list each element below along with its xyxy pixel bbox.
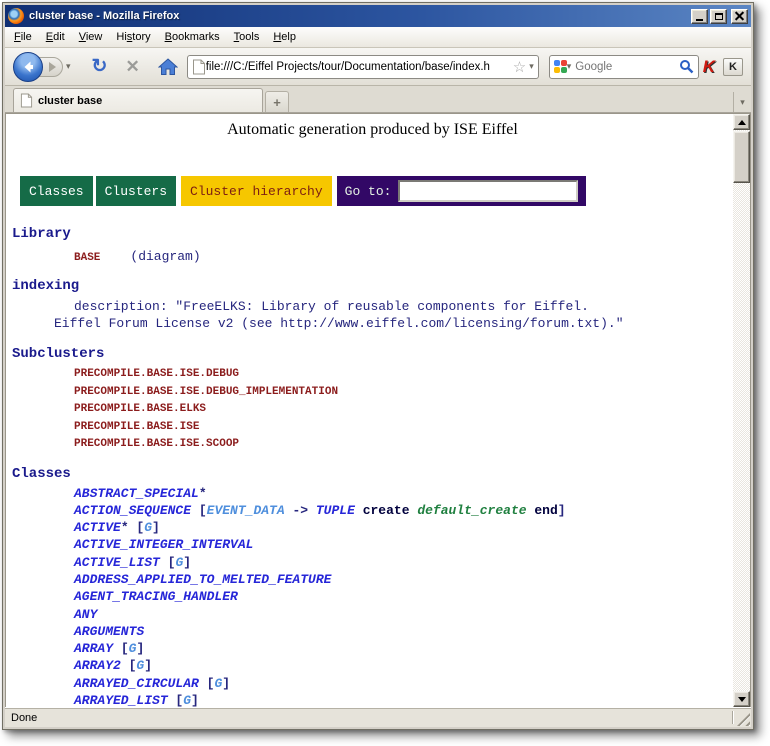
menu-file[interactable]: File (7, 28, 39, 46)
browser-window: cluster base - Mozilla Firefox FileEditV… (2, 2, 754, 730)
forward-arrow-icon (49, 62, 56, 72)
title-bar[interactable]: cluster base - Mozilla Firefox (5, 5, 751, 27)
class-item[interactable]: ARGUMENTS (12, 623, 733, 640)
subcluster-link[interactable]: PRECOMPILE.BASE.ISE (12, 419, 733, 437)
class-item[interactable]: ARRAYED_LIST [G] (12, 692, 733, 707)
doc-button-cluster-hierarchy[interactable]: Cluster hierarchy (181, 176, 332, 206)
firefox-icon (8, 8, 24, 24)
url-bar[interactable]: ☆ ▾ (187, 55, 539, 79)
scrollbar-thumb[interactable] (733, 131, 750, 183)
window-title: cluster base - Mozilla Firefox (29, 10, 689, 22)
class-item[interactable]: ARRAYED_CIRCULAR [G] (12, 675, 733, 692)
goto-label: Go to: (345, 184, 392, 199)
stop-button[interactable]: ✕ (125, 58, 139, 75)
tab-label: cluster base (38, 95, 102, 107)
tab-bar: cluster base + ▾ (5, 86, 751, 113)
class-item[interactable]: ABSTRACT_SPECIAL* (12, 485, 733, 502)
tab-page-icon (20, 93, 33, 108)
indexing-heading: indexing (12, 278, 733, 294)
scroll-down-button[interactable] (733, 691, 750, 707)
class-item[interactable]: ACTIVE* [G] (12, 519, 733, 536)
class-item[interactable]: ACTIVE_LIST [G] (12, 554, 733, 571)
status-text: Done (5, 712, 37, 724)
class-item[interactable]: ACTION_SEQUENCE [EVENT_DATA -> TUPLE cre… (12, 502, 733, 519)
url-input[interactable] (206, 61, 510, 73)
library-line: BASE (diagram) (12, 247, 733, 265)
scroll-up-icon (738, 120, 746, 125)
scroll-up-button[interactable] (733, 114, 750, 130)
maximize-button[interactable] (710, 9, 727, 24)
menu-tools[interactable]: Tools (227, 28, 267, 46)
menu-help[interactable]: Help (266, 28, 303, 46)
close-button[interactable] (731, 9, 748, 24)
class-item[interactable]: ARRAY [G] (12, 640, 733, 657)
url-dropdown-icon[interactable]: ▾ (529, 61, 534, 72)
history-dropdown-icon[interactable]: ▾ (66, 61, 71, 72)
page-viewport: Automatic generation produced by ISE Eif… (5, 113, 751, 707)
classes-heading: Classes (12, 466, 733, 482)
back-button[interactable] (13, 52, 43, 82)
k-button-label: K (729, 61, 737, 73)
k-toolbar-button[interactable]: K (723, 58, 743, 76)
indexing-description-line2: Eiffel Forum License v2 (see http://www.… (12, 315, 733, 332)
home-button[interactable] (158, 58, 178, 76)
page-content: Automatic generation produced by ISE Eif… (6, 114, 733, 707)
plus-icon: + (273, 95, 281, 110)
kaspersky-icon[interactable]: K (703, 57, 715, 77)
bookmark-star-icon[interactable]: ☆ (513, 58, 526, 76)
library-heading: Library (12, 226, 733, 242)
menu-view[interactable]: View (72, 28, 110, 46)
search-input[interactable] (575, 61, 678, 73)
reload-button[interactable]: ↻ (92, 57, 108, 76)
subcluster-link[interactable]: PRECOMPILE.BASE.ISE.SCOOP (12, 436, 733, 454)
page-title: Automatic generation produced by ISE Eif… (12, 114, 733, 139)
menu-bookmarks[interactable]: Bookmarks (158, 28, 227, 46)
subcluster-link[interactable]: PRECOMPILE.BASE.ELKS (12, 401, 733, 419)
tab-list-dropdown-icon: ▾ (740, 97, 745, 108)
indexing-description-line1: description: "FreeELKS: Library of reusa… (12, 298, 733, 315)
search-icon[interactable] (679, 59, 694, 74)
status-bar: Done (5, 707, 751, 727)
search-box[interactable]: ▾ (549, 55, 699, 79)
goto-block: Go to: (337, 176, 587, 206)
google-icon[interactable] (554, 60, 567, 73)
subclusters-list: PRECOMPILE.BASE.ISE.DEBUGPRECOMPILE.BASE… (12, 366, 733, 454)
minimize-icon (696, 19, 703, 21)
close-icon (735, 12, 744, 21)
back-arrow-icon (20, 59, 36, 75)
class-item[interactable]: ANY (12, 606, 733, 623)
scroll-down-icon (738, 697, 746, 702)
subcluster-link[interactable]: PRECOMPILE.BASE.ISE.DEBUG (12, 366, 733, 384)
new-tab-button[interactable]: + (265, 91, 289, 112)
library-base-link[interactable]: BASE (74, 252, 100, 264)
tab-cluster-base[interactable]: cluster base (13, 88, 263, 112)
search-engine-dropdown-icon[interactable]: ▾ (567, 61, 572, 72)
class-item[interactable]: ACTIVE_INTEGER_INTERVAL (12, 536, 733, 553)
classes-list: ABSTRACT_SPECIAL*ACTION_SEQUENCE [EVENT_… (12, 485, 733, 708)
subcluster-link[interactable]: PRECOMPILE.BASE.ISE.DEBUG_IMPLEMENTATION (12, 384, 733, 402)
menu-history[interactable]: History (109, 28, 157, 46)
minimize-button[interactable] (691, 9, 708, 24)
library-diagram-link[interactable]: (diagram) (130, 249, 200, 264)
doc-nav-buttons: ClassesClustersCluster hierarchy Go to: (20, 176, 733, 206)
tab-list-button[interactable]: ▾ (733, 92, 751, 112)
vertical-scrollbar[interactable] (733, 114, 750, 707)
resize-grip[interactable] (737, 713, 750, 726)
menu-bar: FileEditViewHistoryBookmarksToolsHelp (5, 27, 751, 48)
page-icon (192, 59, 206, 75)
back-forward-group: ▾ (13, 52, 71, 82)
menu-edit[interactable]: Edit (39, 28, 72, 46)
class-item[interactable]: ARRAY2 [G] (12, 657, 733, 674)
class-item[interactable]: AGENT_TRACING_HANDLER (12, 588, 733, 605)
subclusters-heading: Subclusters (12, 346, 733, 362)
maximize-icon (715, 13, 723, 20)
navigation-toolbar: ▾ ↻ ✕ ☆ ▾ ▾ K K (5, 48, 751, 86)
doc-button-classes[interactable]: Classes (20, 176, 93, 206)
goto-input[interactable] (398, 180, 578, 202)
class-item[interactable]: ADDRESS_APPLIED_TO_MELTED_FEATURE (12, 571, 733, 588)
status-separator (732, 711, 733, 724)
doc-button-clusters[interactable]: Clusters (96, 176, 176, 206)
